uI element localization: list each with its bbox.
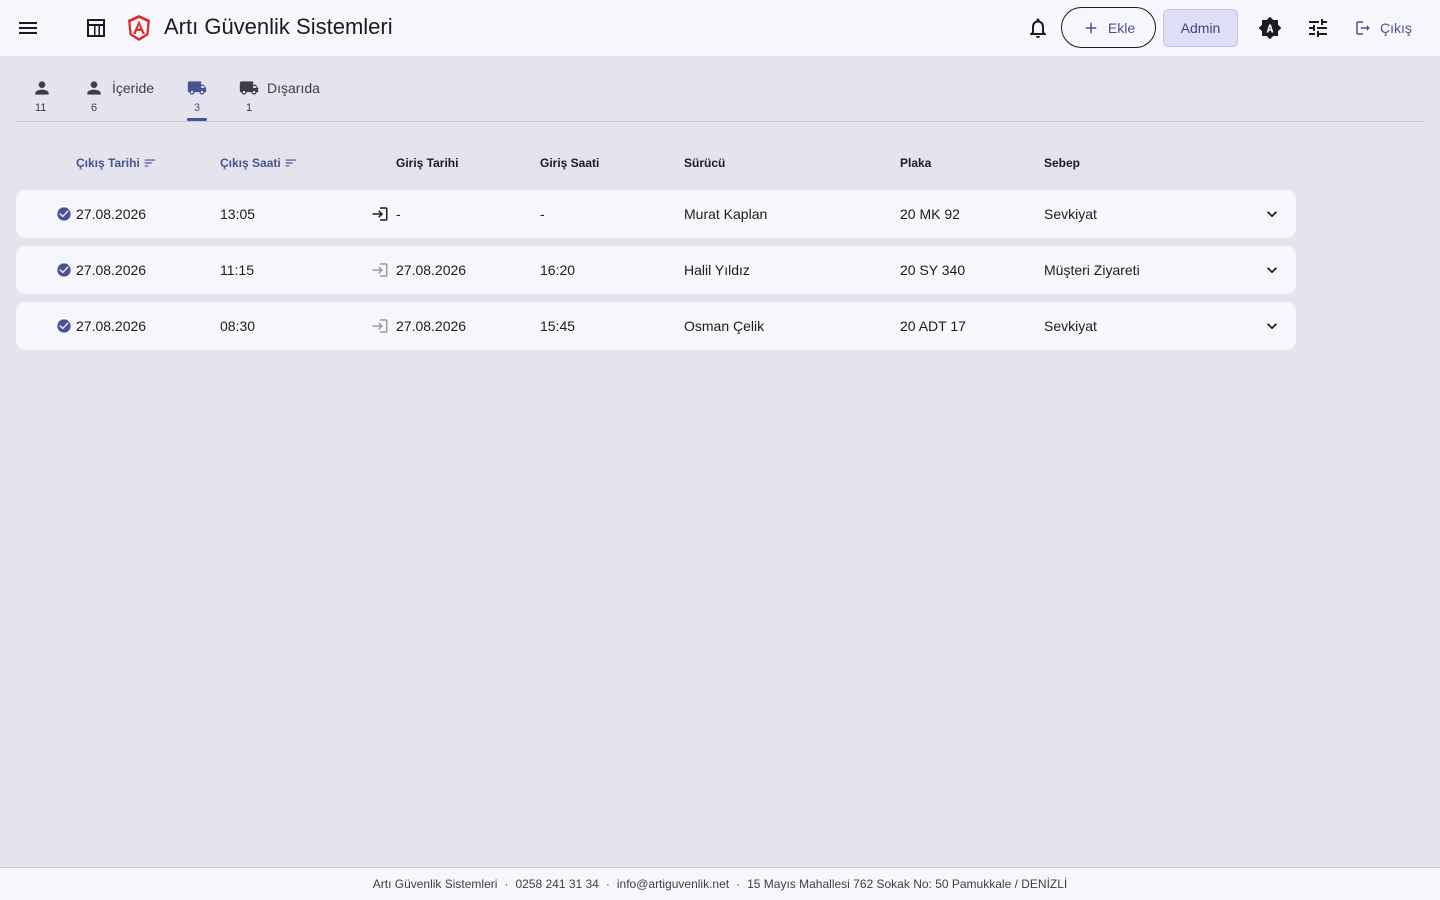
menu-icon [19,22,37,34]
check-circle-icon [56,206,72,222]
truck-icon [187,81,207,95]
footer-separator: · [736,877,741,891]
table-row[interactable]: 27.08.2026 11:15 27.08.2026 16:20 Halil … [16,246,1296,294]
reason-cell: Sevkiyat [1044,318,1097,334]
plate-cell: 20 SY 340 [900,262,966,278]
app-title: Artı Güvenlik Sistemleri [164,14,393,39]
chevron-down-icon[interactable] [1262,316,1282,336]
active-tab-indicator [187,118,207,121]
column-label: Çıkış Tarihi [76,156,140,170]
column-entry-date[interactable]: Giriş Tarihi [396,156,458,170]
reason-cell: Müşteri Ziyareti [1044,262,1140,278]
menu-button[interactable] [8,8,48,48]
dashboard-icon [87,19,105,37]
table-header: Çıkış Tarihi Çıkış Saati Giriş Tarihi Gi… [16,152,1296,176]
exit-date-cell: 27.08.2026 [76,262,147,278]
footer-email[interactable]: info@artiguvenlik.net [617,877,729,891]
footer: Artı Güvenlik Sistemleri · 0258 241 31 3… [0,867,1440,900]
notifications-button[interactable] [1018,8,1058,48]
sort-icon [285,159,296,167]
tab-all-vehicles[interactable]: 3 [187,70,215,122]
top-app-bar: Artı Güvenlik Sistemleri Ekle Admin Çıkı… [0,0,1440,56]
driver-cell: Osman Çelik [684,318,765,334]
driver-cell: Murat Kaplan [684,206,768,222]
exit-time-cell: 08:30 [220,318,256,334]
footer-separator: · [605,877,610,891]
plate-cell: 20 MK 92 [900,206,960,222]
driver-cell: Halil Yıldız [684,262,750,278]
person-icon [87,81,101,95]
entry-time-cell: 15:45 [540,318,576,334]
exit-time-cell: 11:15 [220,262,254,278]
column-exit-time[interactable]: Çıkış Saati [220,156,298,170]
login-icon [371,317,389,335]
check-circle-icon [56,262,72,278]
theme-toggle-button[interactable] [1250,8,1290,48]
settings-tune-button[interactable] [1298,8,1338,48]
column-entry-time[interactable]: Giriş Saati [540,156,599,170]
reason-cell: Sevkiyat [1044,206,1097,222]
add-button-label: Ekle [1107,19,1136,36]
plus-icon [1085,22,1097,33]
login-icon [371,261,389,279]
theme-icon [1258,16,1282,40]
filter-tabs: 11 İçeride 6 3 Dışarıda 1 [16,70,1424,122]
chevron-down-icon[interactable] [1262,260,1282,280]
tab-label: Dışarıda [267,80,320,96]
footer-phone[interactable]: 0258 241 31 34 [515,877,598,891]
login-icon [371,205,389,223]
truck-icon [239,81,259,95]
tab-label: İçeride [112,80,155,96]
tab-vehicles-outside[interactable]: Dışarıda 1 [239,70,320,122]
add-button[interactable]: Ekle [1061,7,1156,48]
footer-address: 15 Mayıs Mahallesi 762 Sokak No: 50 Pamu… [747,877,1068,891]
column-label: Çıkış Saati [220,156,281,170]
column-plate[interactable]: Plaka [900,156,931,170]
chevron-down-icon[interactable] [1262,204,1282,224]
column-driver[interactable]: Sürücü [684,156,725,170]
table-row[interactable]: 27.08.2026 13:05 - - Murat Kaplan 20 MK … [16,190,1296,238]
tab-count: 6 [91,102,98,114]
exit-time-cell: 13:05 [220,206,256,222]
footer-company: Artı Güvenlik Sistemleri [372,877,498,891]
tab-people-inside[interactable]: İçeride 6 [84,70,154,122]
person-icon [35,81,49,95]
logout-button[interactable]: Çıkış [1348,12,1418,44]
column-reason[interactable]: Sebep [1044,156,1080,170]
logout-label: Çıkış [1380,20,1412,36]
check-circle-icon [56,318,72,334]
entry-date-cell: - [396,206,401,222]
tab-all-people[interactable]: 11 [32,70,60,122]
tab-count: 11 [35,102,47,114]
logo-icon [128,15,150,41]
logout-icon [1356,21,1370,35]
bell-icon [1030,18,1046,38]
tab-count: 1 [246,102,253,114]
entry-time-cell: - [540,206,545,222]
footer-separator: · [504,877,509,891]
column-exit-date[interactable]: Çıkış Tarihi [76,156,157,170]
entry-date-cell: 27.08.2026 [396,262,467,278]
sort-icon [144,159,156,167]
plate-cell: 20 ADT 17 [900,318,966,334]
exit-date-cell: 27.08.2026 [76,318,147,334]
tune-icon [1309,19,1327,37]
exit-date-cell: 27.08.2026 [76,206,147,222]
table-row[interactable]: 27.08.2026 08:30 27.08.2026 15:45 Osman … [16,302,1296,350]
entry-date-cell: 27.08.2026 [396,318,467,334]
entry-time-cell: 16:20 [540,262,576,278]
tab-count: 3 [194,102,201,114]
dashboard-button[interactable] [76,8,116,48]
admin-button[interactable]: Admin [1163,9,1238,47]
